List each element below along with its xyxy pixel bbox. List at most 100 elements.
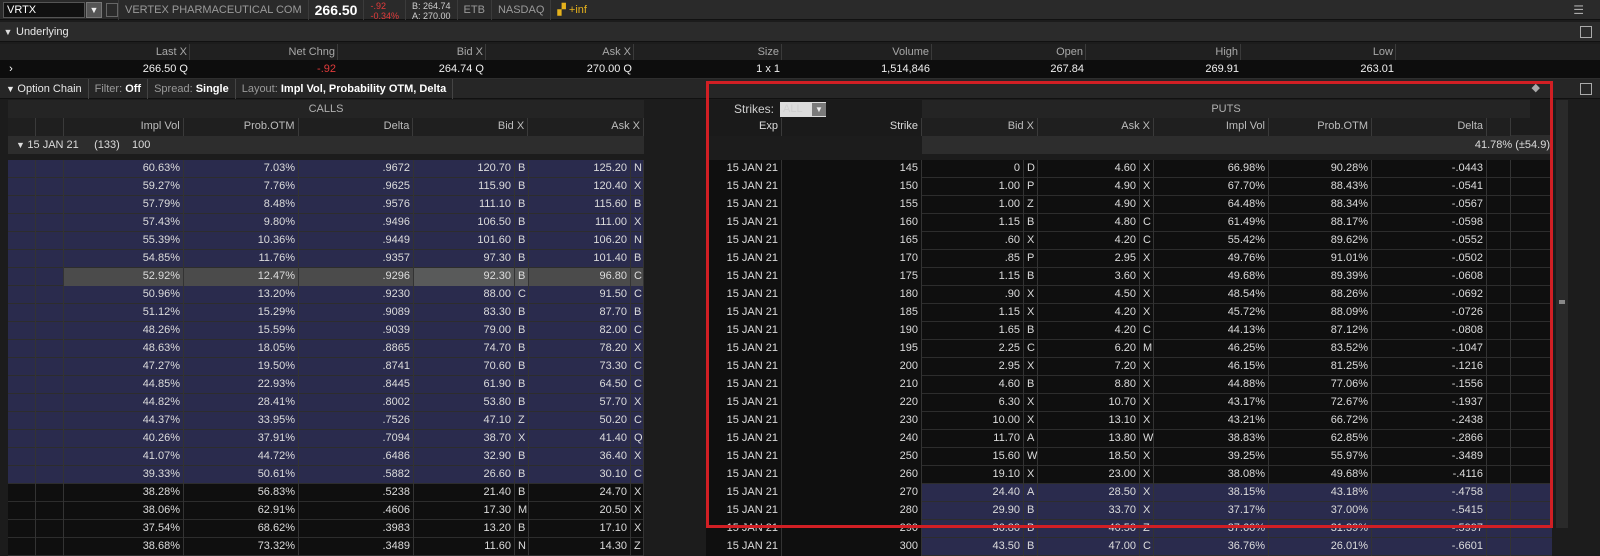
col-impl-vol[interactable]: Impl Vol <box>63 118 184 136</box>
call-bid[interactable]: 53.80 <box>414 394 515 412</box>
calls-row[interactable]: 39.33% 50.61% .5882 26.60 B 30.10 C <box>8 466 644 484</box>
puts-row[interactable]: 15 JAN 21 270 24.40 A 28.50 X 38.15% 43.18% -.47… <box>706 484 1552 502</box>
call-ask[interactable]: 57.70 <box>529 394 631 412</box>
calls-row[interactable]: 44.37% 33.95% .7526 47.10 Z 50.20 C <box>8 412 644 430</box>
put-bid[interactable]: .60 <box>922 232 1024 250</box>
put-bid[interactable]: 10.00 <box>922 412 1024 430</box>
calls-row[interactable]: 44.85% 22.93% .8445 61.90 B 64.50 C <box>8 376 644 394</box>
col-impl-vol[interactable]: Impl Vol <box>1154 118 1269 136</box>
call-bid[interactable]: 83.30 <box>414 304 515 322</box>
chevron-right-icon[interactable]: › <box>0 60 24 78</box>
puts-row[interactable]: 15 JAN 21 250 15.60 W 18.50 X 39.25% 55.97% -.34… <box>706 448 1552 466</box>
calls-row[interactable]: 60.63% 7.03% .9672 120.70 B 125.20 N <box>8 160 644 178</box>
put-ask[interactable]: 10.70 <box>1038 394 1140 412</box>
call-bid[interactable]: 17.30 <box>414 502 515 520</box>
call-bid[interactable]: 11.60 <box>414 538 515 556</box>
call-bid[interactable]: 38.70 <box>414 430 515 448</box>
symbol-dropdown-button[interactable]: ▼ <box>86 1 102 18</box>
call-ask[interactable]: 96.80 <box>529 268 631 286</box>
calls-row[interactable]: 41.07% 44.72% .6486 32.90 B 36.40 X <box>8 448 644 466</box>
call-ask[interactable]: 41.40 <box>529 430 631 448</box>
col-volume[interactable]: Volume <box>782 44 932 60</box>
call-bid[interactable]: 13.20 <box>414 520 515 538</box>
col-exp[interactable]: Exp <box>706 118 782 136</box>
puts-row[interactable]: 15 JAN 21 145 0 D 4.60 X 66.98% 90.28% -.0443 <box>706 160 1552 178</box>
call-ask[interactable]: 73.30 <box>529 358 631 376</box>
call-ask[interactable]: 91.50 <box>529 286 631 304</box>
settings-diamond-icon[interactable]: ◆ <box>1532 81 1540 94</box>
calls-row[interactable]: 59.27% 7.76% .9625 115.90 B 120.40 X <box>8 178 644 196</box>
put-ask[interactable]: 13.10 <box>1038 412 1140 430</box>
put-bid[interactable]: 11.70 <box>922 430 1024 448</box>
put-bid[interactable]: 15.60 <box>922 448 1024 466</box>
put-ask[interactable]: 8.80 <box>1038 376 1140 394</box>
call-bid[interactable]: 74.70 <box>414 340 515 358</box>
col-prob-otm[interactable]: Prob.OTM <box>1269 118 1372 136</box>
put-ask[interactable]: 4.20 <box>1038 322 1140 340</box>
col-delta[interactable]: Delta <box>298 118 414 136</box>
col-ask[interactable]: Ask X <box>486 44 634 60</box>
put-ask[interactable]: 3.60 <box>1038 268 1140 286</box>
scrollbar-thumb[interactable] <box>1559 300 1565 304</box>
underlying-section-header[interactable]: ▼ Underlying <box>0 22 1600 42</box>
expiry-row[interactable]: ▼ 15 JAN 21 (133) 100 <box>8 136 644 154</box>
col-open[interactable]: Open <box>932 44 1086 60</box>
call-ask[interactable]: 125.20 <box>529 160 631 178</box>
underlying-ask[interactable]: 270.00 Q <box>486 60 634 78</box>
put-bid[interactable]: 6.30 <box>922 394 1024 412</box>
puts-row[interactable]: 15 JAN 21 160 1.15 B 4.80 C 61.49% 88.17% -.0598 <box>706 214 1552 232</box>
calls-row[interactable]: 38.28% 56.83% .5238 21.40 B 24.70 X <box>8 484 644 502</box>
put-bid[interactable]: 2.95 <box>922 358 1024 376</box>
put-bid[interactable]: 29.90 <box>922 502 1024 520</box>
put-ask[interactable]: 13.80 <box>1038 430 1140 448</box>
spread-dropdown[interactable]: Spread: Single <box>148 78 236 99</box>
call-ask[interactable]: 87.70 <box>529 304 631 322</box>
puts-row[interactable]: 15 JAN 21 165.60 X 4.20 C 55.42% 89.62% -.0552 <box>706 232 1552 250</box>
option-chain-header[interactable]: ▼ Option Chain <box>0 78 89 99</box>
put-ask[interactable]: 40.50 <box>1038 520 1140 538</box>
puts-row[interactable]: 15 JAN 21 170.85 P 2.95 X 49.76% 91.01% -.0502 <box>706 250 1552 268</box>
symbol-input[interactable]: VRTX <box>3 1 85 18</box>
call-bid[interactable]: 92.30 <box>414 268 515 286</box>
put-bid[interactable]: 1.15 <box>922 268 1024 286</box>
col-low[interactable]: Low <box>1241 44 1396 60</box>
put-bid[interactable]: 36.80 <box>922 520 1024 538</box>
put-ask[interactable]: 7.20 <box>1038 358 1140 376</box>
calls-row[interactable]: 48.26% 15.59% .9039 79.00 B 82.00 C <box>8 322 644 340</box>
col-bid[interactable]: Bid X <box>338 44 486 60</box>
col-high[interactable]: High <box>1086 44 1241 60</box>
put-ask[interactable]: 28.50 <box>1038 484 1140 502</box>
detach-icon[interactable] <box>1580 83 1592 95</box>
put-bid[interactable]: 1.15 <box>922 214 1024 232</box>
call-ask[interactable]: 50.20 <box>529 412 631 430</box>
detach-icon[interactable] <box>1580 26 1592 38</box>
puts-row[interactable]: 15 JAN 21 190 1.65 B 4.20 C 44.13% 87.12% -.0808 <box>706 322 1552 340</box>
put-ask[interactable]: 6.20 <box>1038 340 1140 358</box>
call-ask[interactable]: 20.50 <box>529 502 631 520</box>
call-ask[interactable]: 64.50 <box>529 376 631 394</box>
put-ask[interactable]: 4.20 <box>1038 232 1140 250</box>
calls-row[interactable]: 52.92% 12.47% .9296 92.30 B 96.80 C <box>8 268 644 286</box>
puts-row[interactable]: 15 JAN 21 260 19.10 X 23.00 X 38.08% 49.68% -.41… <box>706 466 1552 484</box>
call-bid[interactable]: 79.00 <box>414 322 515 340</box>
calls-row[interactable]: 55.39% 10.36% .9449 101.60 B 106.20 N <box>8 232 644 250</box>
puts-row[interactable]: 15 JAN 21 290 36.80 B 40.50 Z 37.60% 31.39% -.59… <box>706 520 1552 538</box>
put-bid[interactable]: 24.40 <box>922 484 1024 502</box>
put-ask[interactable]: 4.20 <box>1038 304 1140 322</box>
puts-row[interactable]: 15 JAN 21 150 1.00 P 4.90 X 67.70% 88.43% -.0541 <box>706 178 1552 196</box>
calls-row[interactable]: 38.68% 73.32% .3489 11.60 N 14.30 Z <box>8 538 644 556</box>
col-delta[interactable]: Delta <box>1372 118 1487 136</box>
puts-row[interactable]: 15 JAN 21 180.90 X 4.50 X 48.54% 88.26% -.0692 <box>706 286 1552 304</box>
col-last[interactable]: Last X <box>0 44 190 60</box>
put-ask[interactable]: 4.50 <box>1038 286 1140 304</box>
put-bid[interactable]: 43.50 <box>922 538 1024 556</box>
menu-icon[interactable]: ☰ <box>1573 3 1584 17</box>
put-ask[interactable]: 2.95 <box>1038 250 1140 268</box>
col-ask[interactable]: Ask X <box>528 118 644 136</box>
put-bid[interactable]: .85 <box>922 250 1024 268</box>
col-net-change[interactable]: Net Chng <box>190 44 338 60</box>
call-bid[interactable]: 47.10 <box>414 412 515 430</box>
calls-row[interactable]: 54.85% 11.76% .9357 97.30 B 101.40 B <box>8 250 644 268</box>
col-bid[interactable]: Bid X <box>413 118 529 136</box>
vertical-scrollbar[interactable] <box>1556 100 1568 528</box>
